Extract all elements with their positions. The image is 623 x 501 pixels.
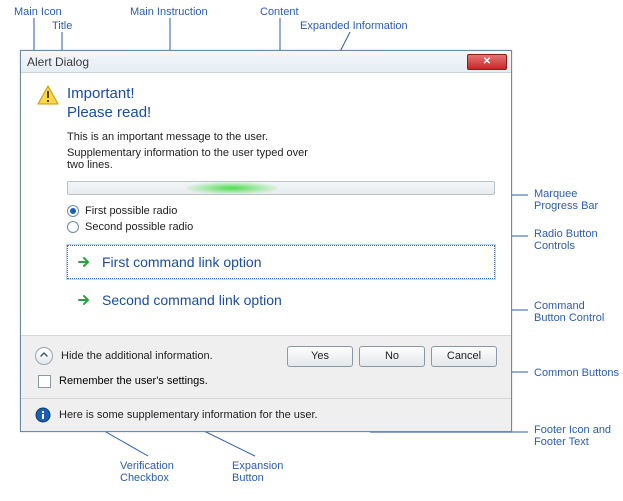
main-instruction: Important! Please read! <box>67 85 495 123</box>
anno-content: Content <box>260 6 299 18</box>
radio-label: Second possible radio <box>85 221 193 233</box>
no-button[interactable]: No <box>359 346 425 367</box>
command-link-1[interactable]: First command link option <box>67 245 495 279</box>
dialog-footer: Hide the additional information. Yes No … <box>21 335 511 431</box>
arrow-right-icon <box>76 254 92 270</box>
expansion-label: Hide the additional information. <box>61 350 287 362</box>
radio-icon <box>67 221 79 233</box>
arrow-right-icon <box>76 292 92 308</box>
content-text: This is an important message to the user… <box>67 131 495 143</box>
warning-icon <box>37 85 59 105</box>
radio-label: First possible radio <box>85 205 177 217</box>
anno-main-icon: Main Icon <box>14 6 62 18</box>
info-icon <box>35 407 51 423</box>
chevron-up-icon <box>40 350 48 362</box>
dialog-title: Alert Dialog <box>27 55 467 69</box>
anno-title: Title <box>52 20 72 32</box>
yes-button[interactable]: Yes <box>287 346 353 367</box>
anno-main-instruction: Main Instruction <box>130 6 208 18</box>
task-dialog: Alert Dialog ✕ Important! Please read! <box>20 50 512 432</box>
radio-icon <box>67 205 79 217</box>
command-link-label: First command link option <box>102 254 262 270</box>
anno-marquee: Marquee Progress Bar <box>534 188 598 212</box>
anno-radio-controls: Radio Button Controls <box>534 228 598 252</box>
anno-common-buttons: Common Buttons <box>534 367 619 379</box>
anno-verification: Verification Checkbox <box>120 460 174 484</box>
radio-option-2[interactable]: Second possible radio <box>67 221 495 233</box>
verification-label: Remember the user's settings. <box>59 375 208 387</box>
anno-footer: Footer Icon and Footer Text <box>534 424 611 448</box>
marquee-progress-bar <box>67 181 495 195</box>
close-button[interactable]: ✕ <box>467 54 507 70</box>
close-icon: ✕ <box>483 56 491 67</box>
radio-option-1[interactable]: First possible radio <box>67 205 495 217</box>
verification-checkbox[interactable] <box>38 375 51 388</box>
titlebar[interactable]: Alert Dialog ✕ <box>21 51 511 73</box>
cancel-button[interactable]: Cancel <box>431 346 497 367</box>
command-link-label: Second command link option <box>102 292 282 308</box>
anno-command-button: Command Button Control <box>534 300 604 324</box>
anno-expanded: Expanded Information <box>300 20 408 32</box>
command-link-2[interactable]: Second command link option <box>67 283 495 317</box>
footer-text: Here is some supplementary information f… <box>59 409 318 421</box>
dialog-body: Important! Please read! This is an impor… <box>21 73 511 335</box>
expanded-information: Supplementary information to the user ty… <box>67 147 317 171</box>
expansion-button[interactable] <box>35 347 53 365</box>
radio-group: First possible radio Second possible rad… <box>67 205 495 233</box>
anno-expansion: Expansion Button <box>232 460 283 484</box>
